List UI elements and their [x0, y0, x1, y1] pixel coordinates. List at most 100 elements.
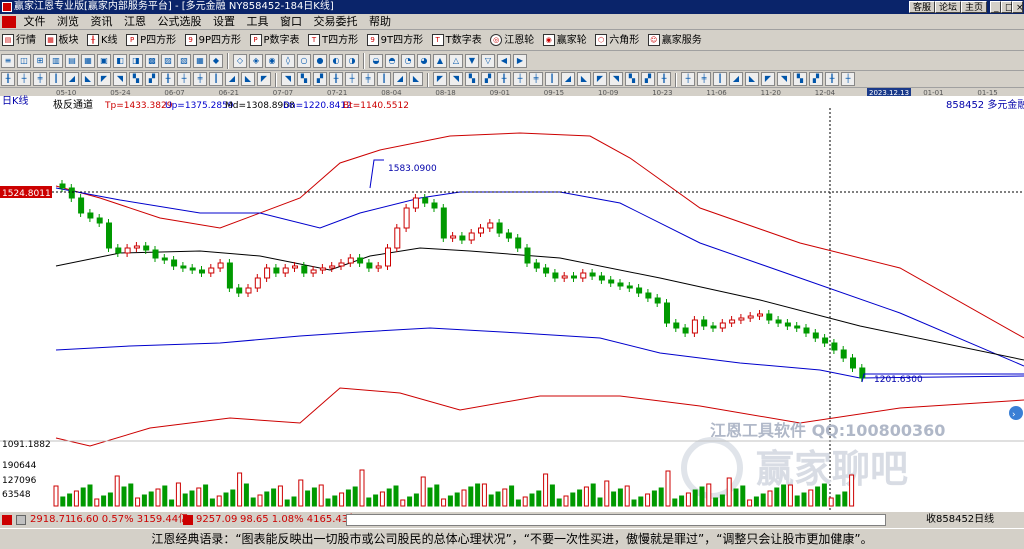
chart-tool-19-icon[interactable]: ▚ — [297, 72, 311, 86]
chart-tool-24-icon[interactable]: ┃ — [377, 72, 391, 86]
chart-tool-12-icon[interactable]: ┼ — [177, 72, 191, 86]
chart-tool-5-icon[interactable]: ◢ — [65, 72, 79, 86]
homepage-button[interactable]: 主页 — [961, 1, 988, 13]
chart-tool-36-icon[interactable]: ◣ — [577, 72, 591, 86]
draw-tool-25-icon[interactable]: ◔ — [401, 54, 415, 68]
draw-tool-31-icon[interactable]: ◀ — [497, 54, 511, 68]
chart-tool-49-icon[interactable]: ▚ — [793, 72, 807, 86]
draw-tool-22-icon[interactable]: ◑ — [345, 54, 359, 68]
draw-tool-23-icon[interactable]: ◒ — [369, 54, 383, 68]
draw-tool-19-icon[interactable]: ○ — [297, 54, 311, 68]
chart-tool-34-icon[interactable]: ┃ — [545, 72, 559, 86]
chart-tool-7-icon[interactable]: ◤ — [97, 72, 111, 86]
draw-tool-9-icon[interactable]: ◨ — [129, 54, 143, 68]
draw-tool-7-icon[interactable]: ▣ — [97, 54, 111, 68]
draw-tool-11-icon[interactable]: ▨ — [161, 54, 175, 68]
chart-tool-15-icon[interactable]: ◢ — [225, 72, 239, 86]
draw-tool-14-icon[interactable]: ◆ — [209, 54, 223, 68]
chart-tool-26-icon[interactable]: ◣ — [409, 72, 423, 86]
tool-gann-wheel[interactable]: ◎ 江恩轮 — [488, 32, 537, 50]
chart-tool-37-icon[interactable]: ◤ — [593, 72, 607, 86]
menu-gann[interactable]: 江恩 — [120, 14, 150, 30]
chart-tool-44-icon[interactable]: ┃ — [713, 72, 727, 86]
kline-chart-area[interactable]: 05-10 05-24 06-07 06-21 07-07 07-21 08-04 08-18… — [0, 88, 1024, 512]
chart-tool-48-icon[interactable]: ◥ — [777, 72, 791, 86]
chart-tool-6-icon[interactable]: ◣ — [81, 72, 95, 86]
draw-tool-2-icon[interactable]: ◫ — [17, 54, 31, 68]
menu-window[interactable]: 窗口 — [276, 14, 306, 30]
tool-t-number-table[interactable]: T T数字表 — [430, 32, 485, 50]
forum-button[interactable]: 论坛 — [935, 1, 962, 13]
tool-p-number-table[interactable]: P P数字表 — [248, 32, 303, 50]
chart-tool-14-icon[interactable]: ┃ — [209, 72, 223, 86]
chart-tool-35-icon[interactable]: ◢ — [561, 72, 575, 86]
chart-tool-29-icon[interactable]: ▚ — [465, 72, 479, 86]
draw-tool-12-icon[interactable]: ▧ — [177, 54, 191, 68]
chart-tool-25-icon[interactable]: ◢ — [393, 72, 407, 86]
horizontal-scrollbar[interactable] — [346, 514, 886, 526]
draw-tool-30-icon[interactable]: ▽ — [481, 54, 495, 68]
chart-tool-13-icon[interactable]: ╪ — [193, 72, 207, 86]
chart-tool-2-icon[interactable]: ┼ — [17, 72, 31, 86]
draw-tool-1-icon[interactable]: ≡ — [1, 54, 15, 68]
chart-tool-31-icon[interactable]: ╫ — [497, 72, 511, 86]
chart-tool-17-icon[interactable]: ◤ — [257, 72, 271, 86]
chart-tool-22-icon[interactable]: ┼ — [345, 72, 359, 86]
menu-settings[interactable]: 设置 — [209, 14, 239, 30]
chart-tool-1-icon[interactable]: ╫ — [1, 72, 15, 86]
chart-tool-47-icon[interactable]: ◤ — [761, 72, 775, 86]
chart-tool-16-icon[interactable]: ◣ — [241, 72, 255, 86]
draw-tool-4-icon[interactable]: ▥ — [49, 54, 63, 68]
chart-tool-3-icon[interactable]: ╪ — [33, 72, 47, 86]
chart-tool-4-icon[interactable]: ┃ — [49, 72, 63, 86]
chart-tool-45-icon[interactable]: ◢ — [729, 72, 743, 86]
tool-quotes[interactable]: ▤ 行情 — [0, 32, 39, 50]
draw-tool-10-icon[interactable]: ▩ — [145, 54, 159, 68]
service-button[interactable]: 客服 — [909, 1, 936, 13]
chart-tool-21-icon[interactable]: ╫ — [329, 72, 343, 86]
chart-tool-33-icon[interactable]: ╪ — [529, 72, 543, 86]
kline-chart[interactable]: 05-10 05-24 06-07 06-21 07-07 07-21 08-04 08-18… — [0, 88, 1024, 512]
tool-winner-wheel[interactable]: ◉ 赢家轮 — [541, 32, 590, 50]
menu-formula[interactable]: 公式选股 — [154, 14, 206, 30]
maximize-button[interactable]: □ — [1001, 1, 1014, 13]
chart-tool-28-icon[interactable]: ◥ — [449, 72, 463, 86]
draw-tool-26-icon[interactable]: ◕ — [417, 54, 431, 68]
chart-tool-20-icon[interactable]: ▞ — [313, 72, 327, 86]
draw-tool-15-icon[interactable]: ◇ — [233, 54, 247, 68]
tool-9p-square[interactable]: 9 9P四方形 — [183, 32, 244, 50]
menu-file[interactable]: 文件 — [20, 14, 50, 30]
chart-tool-10-icon[interactable]: ▞ — [145, 72, 159, 86]
tool-hexagon[interactable]: ⬡ 六角形 — [593, 32, 642, 50]
chart-tool-52-icon[interactable]: ┼ — [841, 72, 855, 86]
chart-tool-38-icon[interactable]: ◥ — [609, 72, 623, 86]
draw-tool-29-icon[interactable]: ▼ — [465, 54, 479, 68]
tool-winner-service[interactable]: ☺ 赢家服务 — [646, 32, 705, 50]
minimize-button[interactable]: _ — [990, 1, 1001, 13]
chart-tool-39-icon[interactable]: ▚ — [625, 72, 639, 86]
draw-tool-16-icon[interactable]: ◈ — [249, 54, 263, 68]
draw-tool-32-icon[interactable]: ▶ — [513, 54, 527, 68]
draw-tool-20-icon[interactable]: ● — [313, 54, 327, 68]
tool-kline[interactable]: ╫ K线 — [85, 32, 121, 50]
menu-tools[interactable]: 工具 — [243, 14, 273, 30]
chart-tool-51-icon[interactable]: ╫ — [825, 72, 839, 86]
draw-tool-5-icon[interactable]: ▤ — [65, 54, 79, 68]
chart-tool-50-icon[interactable]: ▞ — [809, 72, 823, 86]
menu-help[interactable]: 帮助 — [365, 14, 395, 30]
chart-tool-41-icon[interactable]: ╫ — [657, 72, 671, 86]
draw-tool-3-icon[interactable]: ⊞ — [33, 54, 47, 68]
tool-9t-square[interactable]: 9 9T四方形 — [365, 32, 426, 50]
chart-tool-9-icon[interactable]: ▚ — [129, 72, 143, 86]
draw-tool-13-icon[interactable]: ▦ — [193, 54, 207, 68]
tool-t-square[interactable]: T T四方形 — [306, 32, 361, 50]
tool-p-square[interactable]: P P四方形 — [124, 32, 179, 50]
chart-tool-18-icon[interactable]: ◥ — [281, 72, 295, 86]
menu-info[interactable]: 资讯 — [87, 14, 117, 30]
chart-tool-40-icon[interactable]: ▞ — [641, 72, 655, 86]
tool-sectors[interactable]: ▦ 板块 — [43, 32, 82, 50]
chart-tool-43-icon[interactable]: ╪ — [697, 72, 711, 86]
chart-tool-27-icon[interactable]: ◤ — [433, 72, 447, 86]
sh-index-value[interactable]: 2918.71 — [30, 512, 71, 528]
chart-tool-30-icon[interactable]: ▞ — [481, 72, 495, 86]
